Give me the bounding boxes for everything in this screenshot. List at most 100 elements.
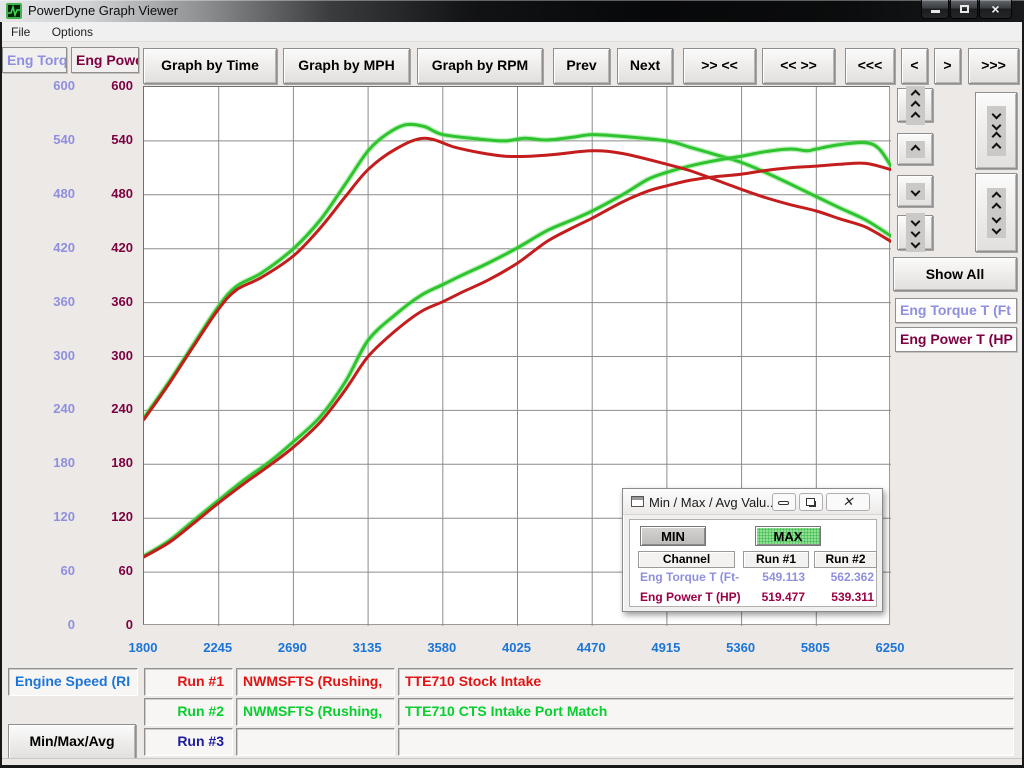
scroll-down-button-2[interactable]	[897, 175, 933, 207]
minimize-button[interactable]	[921, 0, 949, 19]
run2-desc-field[interactable]: TTE710 CTS Intake Port Match	[398, 698, 1014, 726]
toolbar-button-[interactable]: <<<	[845, 48, 895, 84]
power-axis-tick-420: 420	[88, 240, 133, 256]
min-toggle-button[interactable]: MIN	[640, 526, 706, 546]
power-axis-tick-60: 60	[88, 563, 133, 579]
torque-axis-tick-0: 0	[30, 617, 75, 633]
power-axis-tick-480: 480	[88, 186, 133, 202]
rpm-axis-tick-2245: 2245	[188, 640, 248, 656]
scroll-upupup-button-0[interactable]	[897, 88, 933, 122]
rpm-axis-tick-3580: 3580	[412, 640, 472, 656]
zoom-collapse-button-icon	[987, 106, 1006, 156]
torque-run2-value: 562.362	[806, 570, 874, 584]
tab-eng-power[interactable]: Eng Power T (HP)	[71, 47, 139, 73]
dialog-close-button[interactable]: ✕	[826, 493, 870, 511]
scroll-downdowndown-button-3-icon	[906, 213, 925, 252]
torque-axis-tick-240: 240	[30, 401, 75, 417]
scroll-up-button-1[interactable]	[897, 133, 933, 165]
torque-run1-value: 549.113	[735, 570, 805, 584]
minimize-icon	[931, 10, 940, 13]
zoom-expand-button[interactable]	[975, 173, 1017, 252]
menu-file[interactable]: File	[2, 22, 39, 42]
power-axis-tick-540: 540	[88, 132, 133, 148]
scroll-up-button-1-icon	[906, 141, 925, 158]
run2-label-field[interactable]: Run #2	[144, 698, 233, 726]
channel-label-torque[interactable]: Eng Torque T (Ft	[895, 298, 1017, 323]
title-bar[interactable]: PowerDyne Graph Viewer ×	[0, 0, 1024, 22]
torque-axis-tick-300: 300	[30, 348, 75, 364]
power-run1-value: 519.477	[735, 590, 805, 604]
rpm-axis-tick-5360: 5360	[711, 640, 771, 656]
minmaxavg-button[interactable]: Min/Max/Avg	[8, 724, 136, 760]
torque-axis-tick-360: 360	[30, 294, 75, 310]
run3-name-field[interactable]	[236, 728, 395, 756]
zoom-collapse-button[interactable]	[975, 92, 1017, 169]
toolbar-button-next[interactable]: Next	[617, 48, 673, 84]
form-icon	[631, 496, 644, 507]
rpm-axis-tick-6250: 6250	[860, 640, 920, 656]
scroll-downdowndown-button-3[interactable]	[897, 215, 933, 250]
torque-axis-tick-480: 480	[30, 186, 75, 202]
engine-speed-field[interactable]: Engine Speed (RI	[8, 668, 138, 696]
rpm-axis-tick-5805: 5805	[785, 640, 845, 656]
scroll-down-button-2-icon	[906, 183, 925, 200]
channel-label-power[interactable]: Eng Power T (HP	[895, 327, 1017, 352]
power-axis-tick-360: 360	[88, 294, 133, 310]
toolbar-button-prev[interactable]: Prev	[553, 48, 610, 84]
window-title: PowerDyne Graph Viewer	[28, 3, 178, 18]
dialog-minimize-icon	[778, 501, 789, 505]
zoom-expand-button-icon	[987, 188, 1006, 238]
power-axis-tick-300: 300	[88, 348, 133, 364]
tab-eng-torque[interactable]: Eng Torque T (Ft-	[2, 47, 67, 73]
rpm-axis-tick-3135: 3135	[337, 640, 397, 656]
toolbar-button-graph-by-rpm[interactable]: Graph by RPM	[417, 48, 543, 84]
column-header-run2: Run #2	[814, 551, 877, 568]
run1-name-field[interactable]: NWMSFTS (Rushing,	[236, 668, 395, 696]
powerdyne-window: PowerDyne Graph Viewer × File Options En…	[0, 0, 1024, 768]
power-axis-tick-120: 120	[88, 509, 133, 525]
dialog-restore-button[interactable]	[799, 493, 823, 511]
column-header-channel: Channel	[638, 551, 735, 568]
power-axis-tick-240: 240	[88, 401, 133, 417]
run3-desc-field[interactable]	[398, 728, 1014, 756]
table-row-power: Eng Power T (HP) 519.477 539.311	[630, 590, 876, 608]
run1-desc-field[interactable]: TTE710 Stock Intake	[398, 668, 1014, 696]
minmax-dialog-title: Min / Max / Avg Valu...	[649, 495, 777, 510]
minmax-dialog-body: MIN MAX Channel Run #1 Run #2 Eng Torque…	[629, 519, 877, 607]
toolbar-button-[interactable]: <	[901, 48, 928, 84]
toolbar-button-[interactable]: >>>	[968, 48, 1019, 84]
close-icon: ×	[980, 1, 1011, 17]
scroll-upupup-button-0-icon	[906, 86, 925, 125]
run3-label-field[interactable]: Run #3	[144, 728, 233, 756]
torque-axis-tick-180: 180	[30, 455, 75, 471]
toolbar-button-graph-by-time[interactable]: Graph by Time	[143, 48, 277, 84]
close-button[interactable]: ×	[979, 0, 1012, 19]
torque-axis-tick-600: 600	[30, 78, 75, 94]
toolbar-button-[interactable]: >	[934, 48, 961, 84]
toolbar-button-[interactable]: << >>	[762, 48, 835, 84]
power-axis-tick-0: 0	[88, 617, 133, 633]
table-row-torque: Eng Torque T (Ft- 549.113 562.362	[630, 570, 876, 588]
dialog-minimize-button[interactable]	[772, 493, 796, 511]
maximize-button[interactable]	[950, 0, 978, 19]
run1-label-field[interactable]: Run #1	[144, 668, 233, 696]
run2-name-field[interactable]: NWMSFTS (Rushing,	[236, 698, 395, 726]
menu-bar: File Options	[2, 22, 1022, 42]
minmax-dialog[interactable]: Min / Max / Avg Valu... ✕ MIN MAX Channe…	[622, 488, 883, 612]
power-run2-value: 539.311	[806, 590, 874, 604]
toolbar-button-graph-by-mph[interactable]: Graph by MPH	[283, 48, 410, 84]
rpm-axis-tick-2690: 2690	[262, 640, 322, 656]
torque-axis-tick-60: 60	[30, 563, 75, 579]
power-axis-tick-600: 600	[88, 78, 133, 94]
minmax-dialog-titlebar[interactable]: Min / Max / Avg Valu... ✕	[623, 489, 882, 515]
app-icon	[6, 3, 22, 19]
rpm-axis-tick-1800: 1800	[113, 640, 173, 656]
main-content: Eng Torque T (Ft- Eng Power T (HP) Graph…	[0, 42, 1024, 768]
menu-options[interactable]: Options	[43, 22, 102, 42]
max-toggle-button[interactable]: MAX	[755, 526, 821, 546]
show-all-button[interactable]: Show All	[893, 257, 1017, 291]
maximize-icon	[960, 5, 969, 13]
torque-axis-tick-420: 420	[30, 240, 75, 256]
toolbar-button-[interactable]: >> <<	[683, 48, 756, 84]
rpm-axis-tick-4025: 4025	[487, 640, 547, 656]
